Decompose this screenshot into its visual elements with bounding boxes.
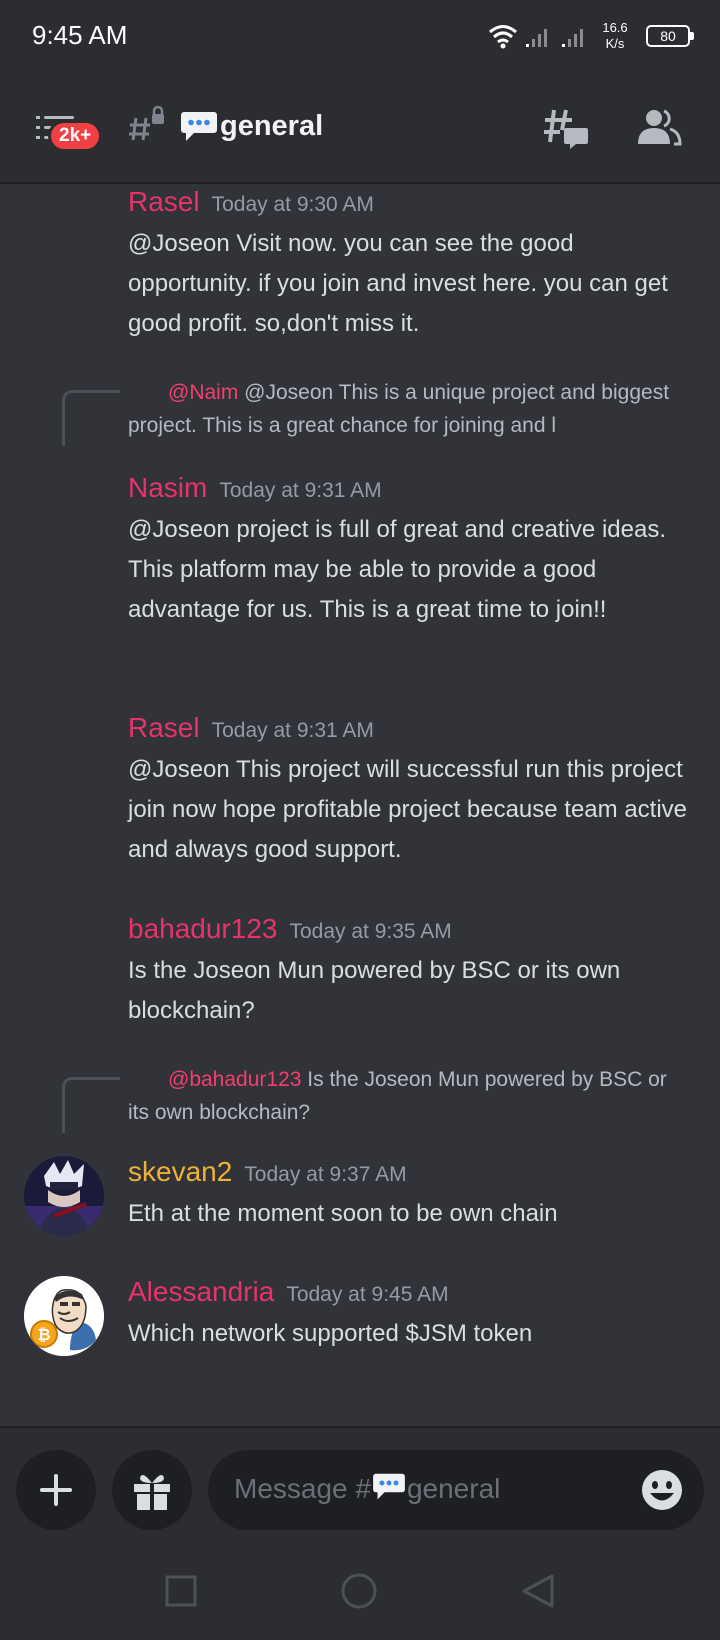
- reply-mention[interactable]: @bahadur123: [168, 1068, 301, 1091]
- signal-icon-1: [526, 29, 547, 47]
- gift-icon: [134, 1474, 170, 1510]
- message-author[interactable]: Alessandria: [128, 1276, 274, 1307]
- network-speed-unit: K/s: [605, 36, 625, 51]
- battery-icon: 80: [646, 25, 694, 47]
- wifi-icon: [489, 25, 517, 49]
- message-author[interactable]: Nasim: [128, 472, 207, 503]
- message-timestamp: Today at 9:37 AM: [244, 1163, 407, 1186]
- avatar[interactable]: ₿: [24, 1276, 104, 1356]
- reply-mention[interactable]: @Naim: [168, 381, 238, 404]
- message-author[interactable]: Rasel: [128, 186, 200, 217]
- message-timestamp: Today at 9:30 AM: [211, 193, 374, 216]
- network-speed-value: 16.6: [602, 20, 628, 35]
- placeholder-prefix: Message #: [234, 1473, 371, 1504]
- avatar[interactable]: [24, 1156, 104, 1236]
- reply-connector: [62, 390, 120, 446]
- reply-preview[interactable]: @bahadur123 Is the Joseon Mun powered by…: [0, 1063, 720, 1133]
- message-timestamp: Today at 9:35 AM: [289, 920, 452, 943]
- message-list[interactable]: Rasel Today at 9:30 AM @Joseon Visit now.…: [0, 186, 720, 1426]
- reply-preview[interactable]: @Naim @Joseon This is a unique project a…: [0, 376, 720, 446]
- message-text: Eth at the moment soon to be own chain: [128, 1200, 558, 1227]
- reply-connector: [62, 1077, 120, 1133]
- message-text: Which network supported $JSM token: [128, 1320, 533, 1347]
- message-placeholder: Message # general: [234, 1472, 500, 1505]
- speech-bubble-icon: [181, 112, 217, 141]
- gift-button[interactable]: [112, 1450, 192, 1530]
- system-navigation-bar: [0, 1546, 720, 1640]
- signal-icon-2: [562, 29, 583, 47]
- members-icon[interactable]: [636, 108, 682, 146]
- reply-text: @Naim @Joseon This is a unique project a…: [128, 376, 688, 442]
- message-author[interactable]: skevan2: [128, 1156, 232, 1187]
- status-indicators: 16.6 K/s 80: [488, 16, 694, 56]
- message-text: @Joseon This project will successful run…: [128, 756, 688, 863]
- emoji-icon[interactable]: [640, 1468, 684, 1512]
- network-speed: 16.6 K/s: [598, 20, 632, 52]
- locked-channel-icon: [129, 106, 164, 141]
- svg-text:₿: ₿: [37, 1325, 50, 1344]
- placeholder-channel: general: [406, 1473, 501, 1504]
- home-icon[interactable]: [340, 1572, 378, 1610]
- message-text: @Joseon project is full of great and cre…: [128, 516, 666, 623]
- status-bar: 9:45 AM 16.6 K/s 80: [0, 0, 720, 76]
- message-text: @Joseon Visit now. you can see the good …: [128, 230, 668, 337]
- avatar-image: ₿: [24, 1276, 104, 1356]
- message-author[interactable]: Rasel: [128, 712, 200, 743]
- add-attachment-button[interactable]: [16, 1450, 96, 1530]
- composer-bar: Message # general: [0, 1426, 720, 1546]
- status-time: 9:45 AM: [32, 20, 128, 50]
- message-timestamp: Today at 9:31 AM: [211, 719, 374, 742]
- recents-icon[interactable]: [164, 1574, 198, 1608]
- channel-header: 2k+ general: [0, 76, 720, 184]
- message-timestamp: Today at 9:45 AM: [286, 1283, 449, 1306]
- plus-icon: [40, 1474, 72, 1506]
- message-input[interactable]: Message # general: [208, 1450, 704, 1530]
- channel-name[interactable]: general: [220, 110, 323, 143]
- notification-badge[interactable]: 2k+: [48, 120, 103, 152]
- avatar-image: [24, 1156, 104, 1236]
- speech-bubble-icon: [373, 1473, 405, 1500]
- threads-icon[interactable]: [542, 106, 590, 150]
- message-author[interactable]: bahadur123: [128, 913, 277, 944]
- back-icon[interactable]: [520, 1572, 556, 1610]
- reply-text: @bahadur123 Is the Joseon Mun powered by…: [128, 1063, 688, 1129]
- message-text: Is the Joseon Mun powered by BSC or its …: [128, 957, 621, 1024]
- message-timestamp: Today at 9:31 AM: [219, 479, 382, 502]
